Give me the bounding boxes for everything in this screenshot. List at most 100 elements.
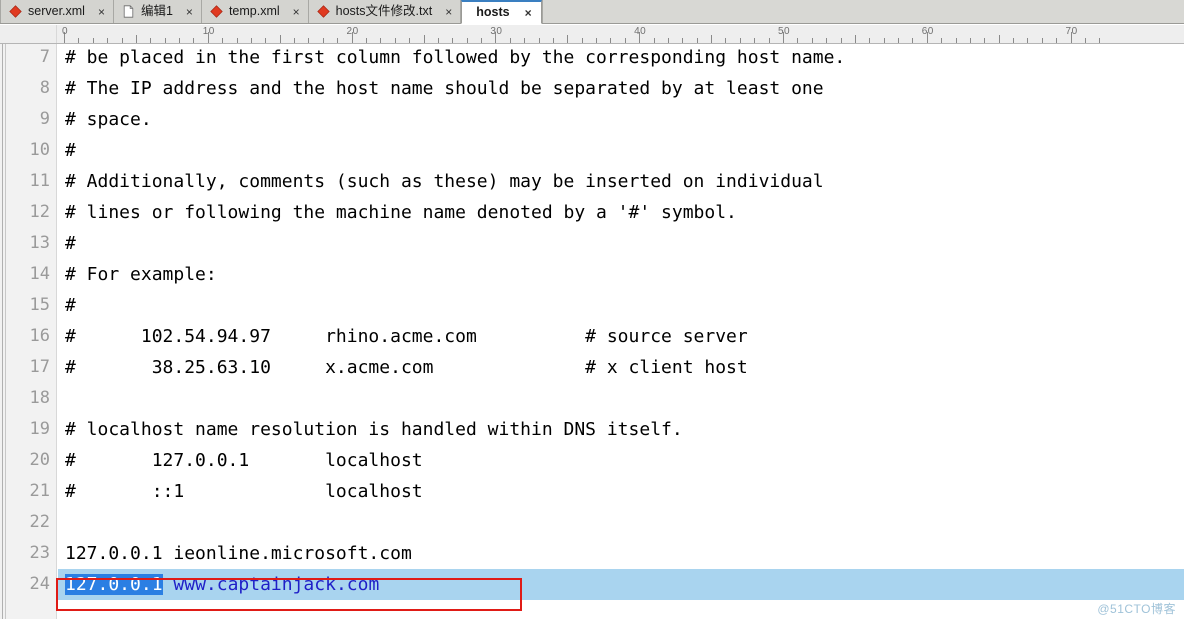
ruler-tick	[955, 38, 957, 43]
code-line-text: #	[65, 233, 76, 254]
code-line[interactable]: # space.	[58, 104, 1184, 135]
tab-server-xml[interactable]: server.xml ×	[0, 0, 114, 23]
code-line[interactable]: # Additionally, comments (such as these)…	[58, 166, 1184, 197]
ruler-tick	[826, 38, 828, 43]
line-number: 21	[29, 481, 50, 501]
ruler-tick	[107, 38, 109, 43]
ruler-tick	[768, 38, 770, 43]
code-line[interactable]: #	[58, 228, 1184, 259]
close-icon[interactable]: ×	[444, 6, 453, 18]
line-number: 24	[29, 574, 50, 594]
ruler-tick	[1099, 38, 1101, 43]
ruler-tick	[265, 38, 267, 43]
code-line[interactable]: # lines or following the machine name de…	[58, 197, 1184, 228]
ruler-tick	[437, 38, 439, 43]
line-number: 8	[39, 78, 50, 98]
ruler-tick	[1084, 38, 1086, 43]
ruler-tick	[481, 38, 483, 43]
code-line-text: # 127.0.0.1 localhost	[65, 450, 423, 471]
ruler-label: 50	[777, 26, 791, 37]
line-number: 10	[29, 140, 50, 160]
tab-hosts-txt[interactable]: hosts文件修改.txt ×	[308, 0, 462, 23]
line-number: 20	[29, 450, 50, 470]
tab-label: hosts	[476, 5, 510, 20]
line-number: 12	[29, 202, 50, 222]
gutter-rail-outer	[2, 44, 3, 619]
ruler-tick	[912, 38, 914, 43]
ruler-tick	[423, 35, 425, 43]
ruler-tick	[653, 38, 655, 43]
code-line[interactable]: # localhost name resolution is handled w…	[58, 414, 1184, 445]
watermark-label: @51CTO博客	[1097, 602, 1176, 616]
tab-1[interactable]: 编辑1 ×	[113, 0, 202, 23]
close-icon[interactable]: ×	[524, 7, 533, 19]
page-icon	[122, 5, 135, 18]
ruler-tick	[998, 35, 1000, 43]
ruler-label: 30	[490, 26, 503, 37]
ruler-tick	[193, 38, 195, 43]
ruler-tick	[754, 38, 756, 43]
ruler-label: 0	[61, 26, 69, 37]
code-line[interactable]	[58, 507, 1184, 538]
line-number: 11	[29, 171, 50, 191]
line-number-gutter: 7 8 9 10 11 12 13 14 15 16 17 18 19 20 21 22 23 24	[0, 44, 57, 619]
ruler-tick	[394, 38, 396, 43]
hyperlink-text: www.captainjack.com	[173, 574, 380, 595]
code-line[interactable]: # 102.54.94.97 rhino.acme.com # source s…	[58, 321, 1184, 352]
line-number: 18	[29, 388, 50, 408]
ruler-tick	[538, 38, 540, 43]
tab-label: 编辑1	[140, 4, 173, 19]
code-line[interactable]: # For example:	[58, 259, 1184, 290]
ruler-tick	[567, 35, 569, 43]
ruler-tick	[322, 38, 324, 43]
line-number: 23	[29, 543, 50, 563]
line-number: 15	[29, 295, 50, 315]
close-icon[interactable]: ×	[185, 6, 194, 18]
code-line[interactable]: # 127.0.0.1 localhost	[58, 445, 1184, 476]
ruler-tick	[898, 38, 900, 43]
ruler-tick	[150, 38, 152, 43]
ruler-tick	[725, 38, 727, 43]
ruler-tick	[236, 38, 238, 43]
code-line[interactable]: #	[58, 135, 1184, 166]
ruler-tick	[984, 38, 986, 43]
code-line[interactable]: # 38.25.63.10 x.acme.com # x client host	[58, 352, 1184, 383]
line-number: 7	[39, 47, 50, 67]
ruler-tick	[337, 38, 339, 43]
ruler-tick	[380, 38, 382, 43]
line-number: 17	[29, 357, 50, 377]
ruler-tick	[365, 38, 367, 43]
ruler-tick	[854, 35, 856, 43]
ruler-tick	[294, 38, 296, 43]
ruler-tick	[135, 35, 137, 43]
code-line-text: 127.0.0.1 ieonline.microsoft.com	[65, 543, 412, 564]
line-number: 22	[29, 512, 50, 532]
code-line[interactable]: #	[58, 290, 1184, 321]
code-line[interactable]: 127.0.0.1 www.captainjack.com	[58, 569, 1184, 600]
ruler-tick	[811, 38, 813, 43]
text-editor-area[interactable]: 7 8 9 10 11 12 13 14 15 16 17 18 19 20 21 22 23 24 # be p…	[0, 44, 1184, 619]
code-content[interactable]: # be placed in the first column followed…	[58, 44, 1184, 619]
code-line[interactable]: # ::1 localhost	[58, 476, 1184, 507]
line-number: 13	[29, 233, 50, 253]
code-line[interactable]: 127.0.0.1 ieonline.microsoft.com	[58, 538, 1184, 569]
code-line[interactable]: # The IP address and the host name shoul…	[58, 73, 1184, 104]
ruler-tick	[452, 38, 454, 43]
ruler-label: 70	[1065, 26, 1078, 37]
ruler-tick	[509, 38, 511, 43]
tab-hosts[interactable]: hosts ×	[461, 0, 542, 24]
column-ruler: 0 10 20 30 40 50 60 70	[0, 24, 1184, 44]
code-line-text: # be placed in the first column followed…	[65, 47, 846, 68]
code-line[interactable]	[58, 383, 1184, 414]
plain-text	[163, 574, 174, 595]
close-icon[interactable]: ×	[292, 6, 301, 18]
code-line[interactable]: # be placed in the first column followed…	[58, 44, 1184, 73]
ruler-tick	[250, 38, 252, 43]
ruler-tick	[581, 38, 583, 43]
ruler-tick	[1056, 38, 1058, 43]
close-icon[interactable]: ×	[97, 6, 106, 18]
ruler-tick	[524, 38, 526, 43]
ruler-tick	[883, 38, 885, 43]
tab-temp-xml[interactable]: temp.xml ×	[201, 0, 309, 23]
tab-label: temp.xml	[228, 4, 280, 19]
